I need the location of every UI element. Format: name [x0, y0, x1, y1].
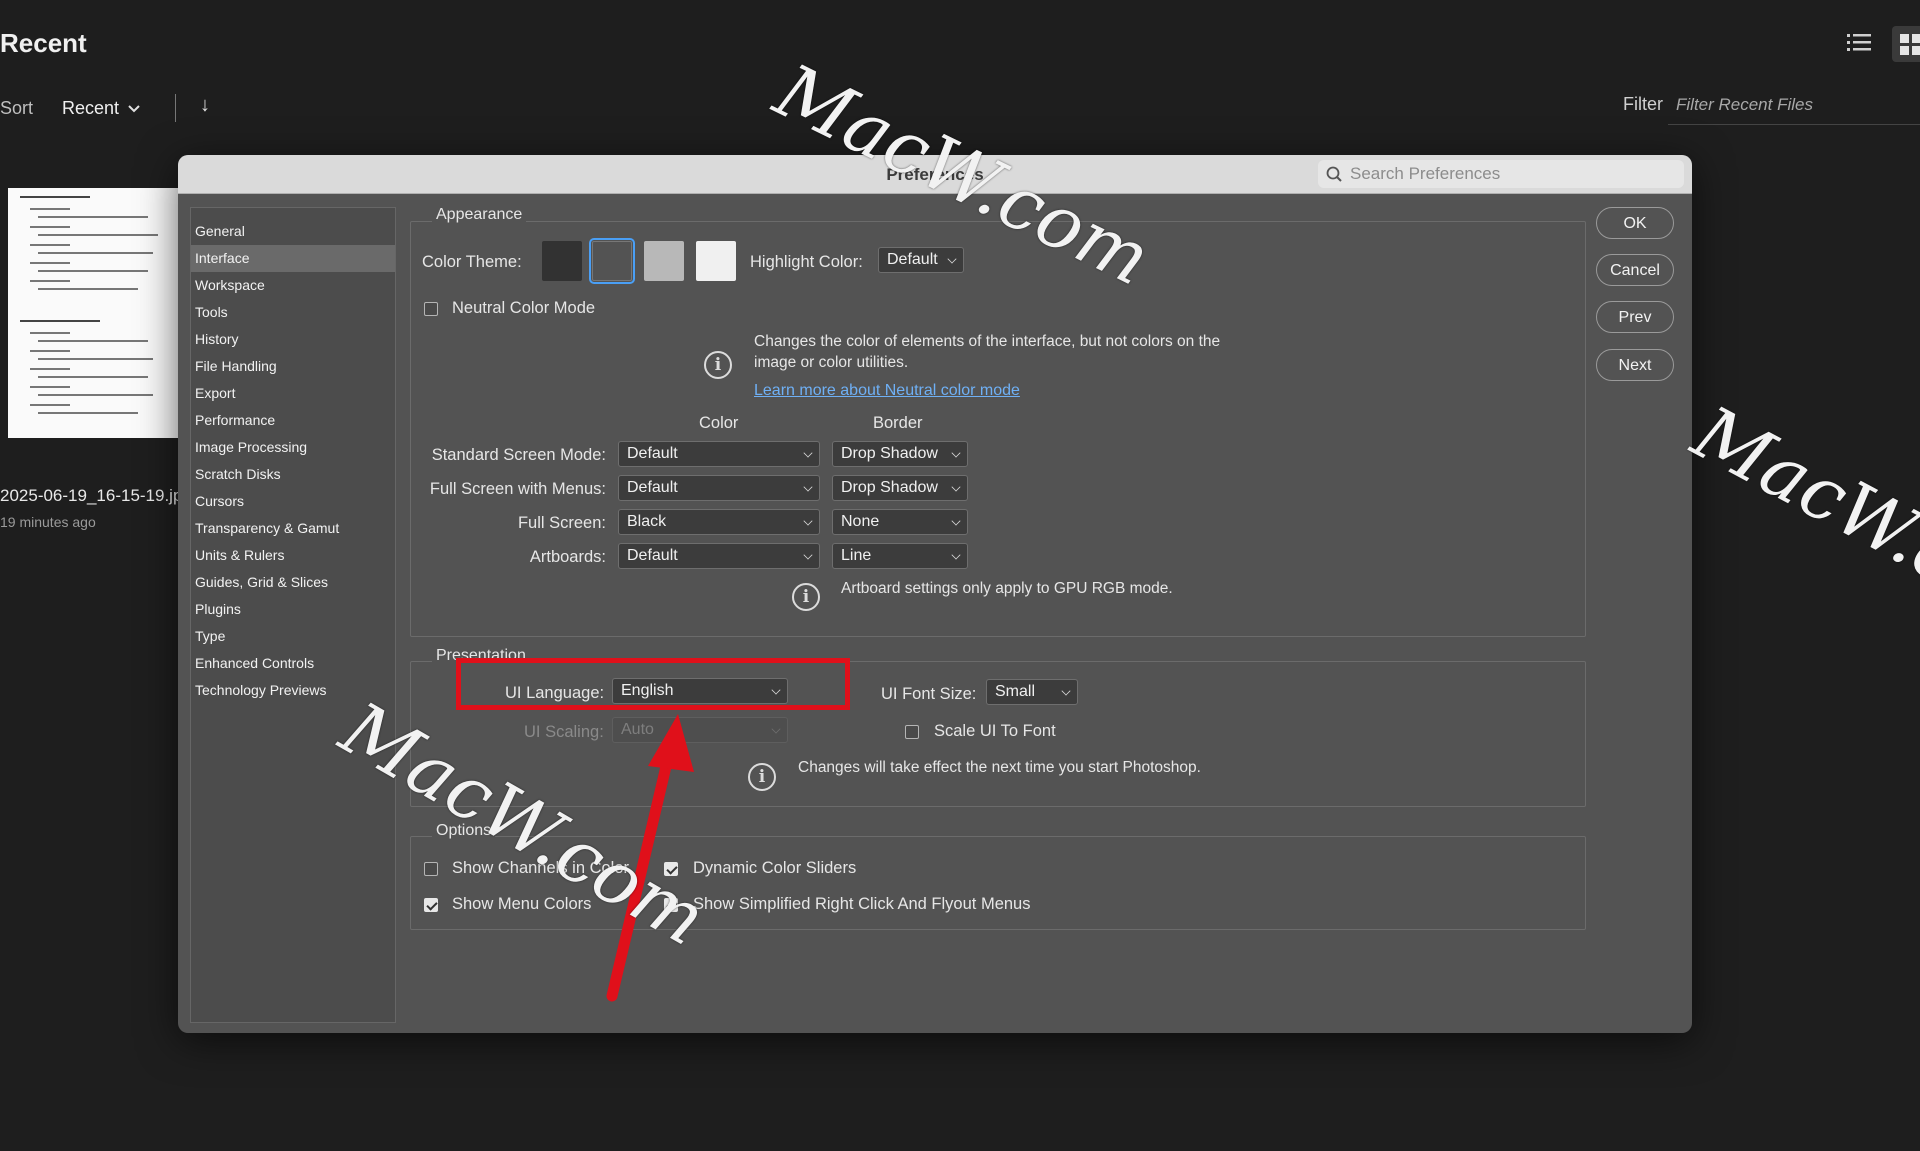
annotation-arrow: [606, 714, 694, 1002]
